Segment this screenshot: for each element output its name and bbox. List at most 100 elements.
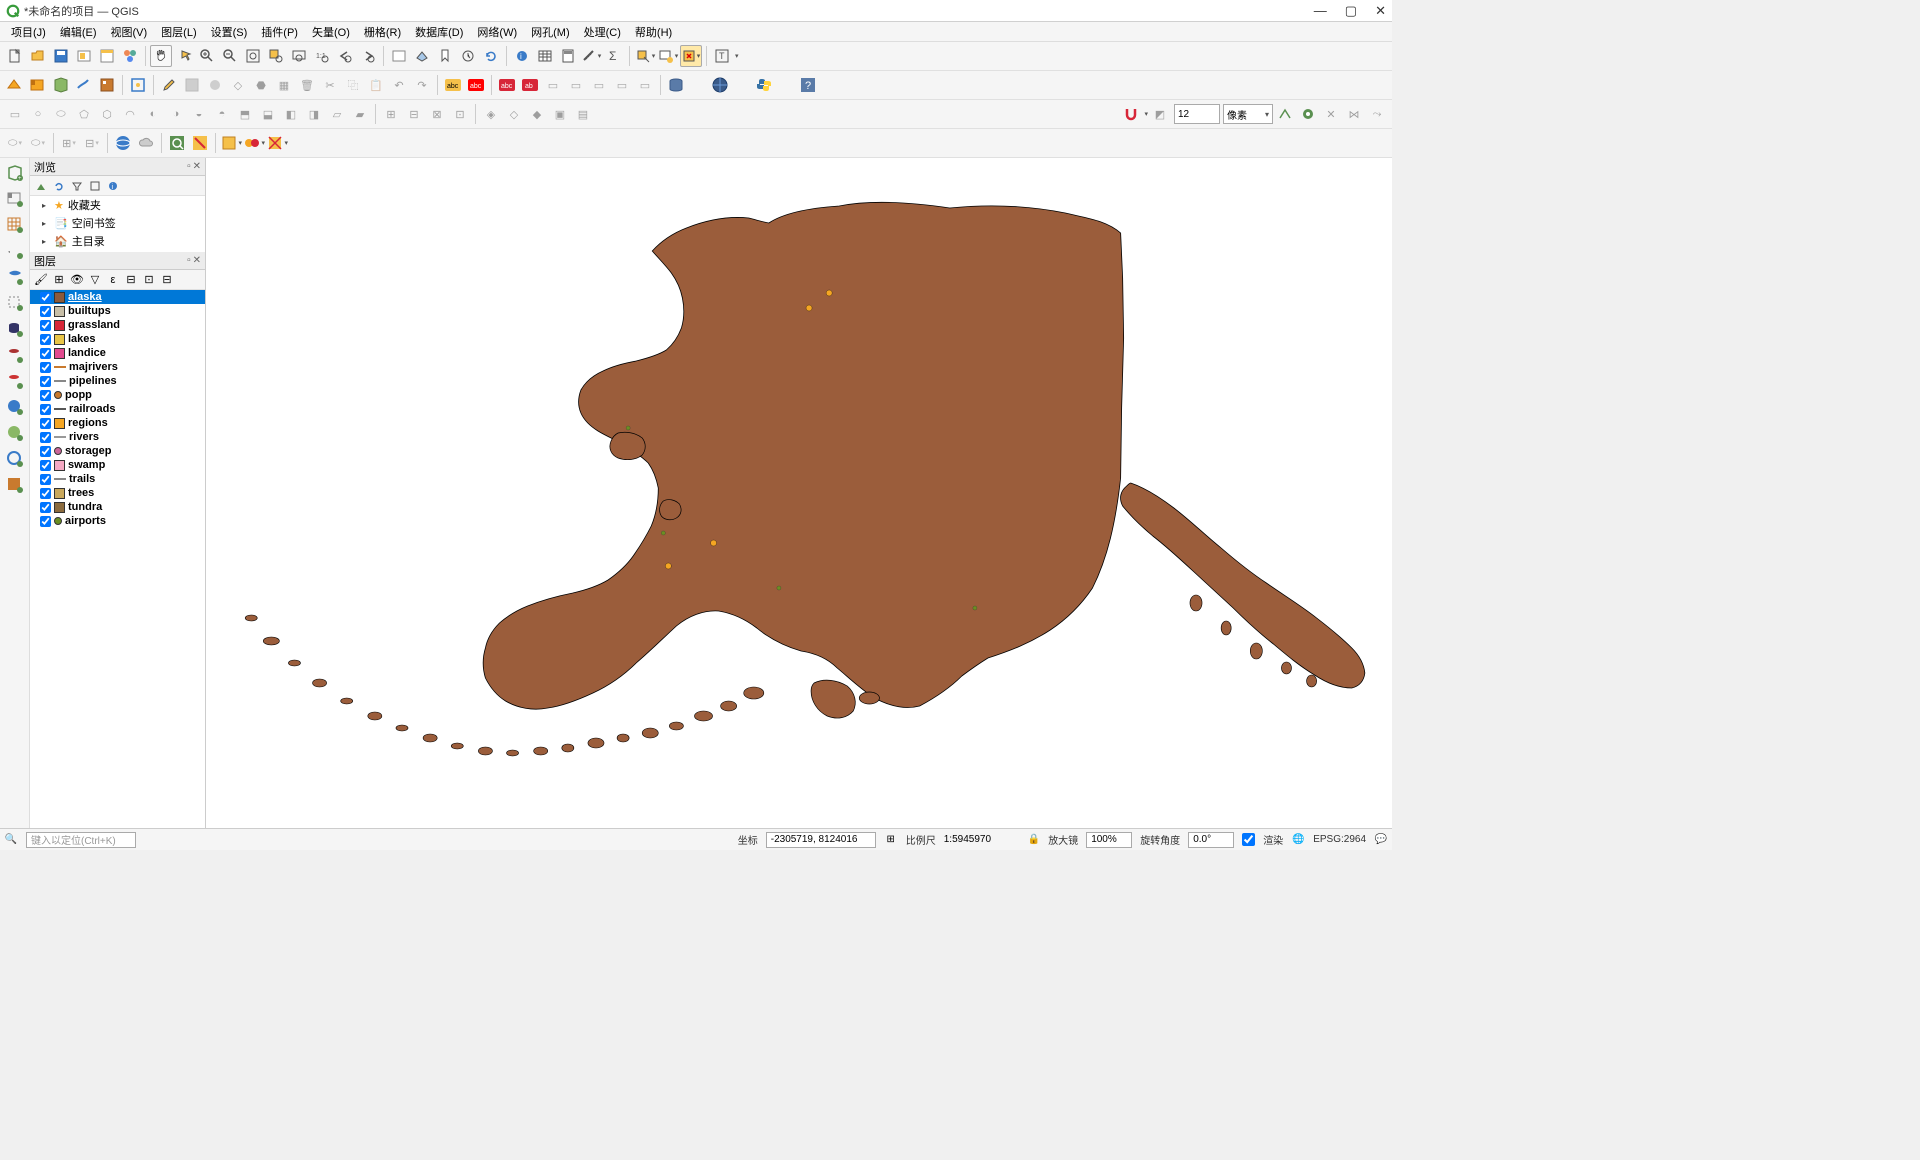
shape-dig8-button[interactable]: ◨ — [303, 103, 325, 125]
cut-features-button[interactable]: ✂ — [319, 74, 341, 96]
layer-checkbox[interactable] — [40, 418, 51, 429]
shape-dig4-button[interactable]: ◓ — [211, 103, 233, 125]
add-delimited-icon[interactable]: , — [4, 240, 26, 262]
menu-settings[interactable]: 设置(S) — [204, 22, 255, 42]
browser-add-button[interactable] — [34, 179, 48, 193]
shape-rect-button[interactable]: ▭ — [4, 103, 26, 125]
menu-help[interactable]: 帮助(H) — [628, 22, 679, 42]
layer-checkbox[interactable] — [40, 432, 51, 443]
messages-icon[interactable]: 💬 — [1374, 833, 1388, 847]
shape-regular-button[interactable]: ⬡ — [96, 103, 118, 125]
undo-button[interactable]: ↶ — [388, 74, 410, 96]
crs-label[interactable]: EPSG:2964 — [1313, 834, 1366, 845]
menu-layer[interactable]: 图层(L) — [154, 22, 203, 42]
modify-attributes-button[interactable]: ▦ — [273, 74, 295, 96]
menu-edit[interactable]: 编辑(E) — [53, 22, 104, 42]
new-3d-map-view-button[interactable] — [411, 45, 433, 67]
toggle-editing-button[interactable] — [158, 74, 180, 96]
shape-ellipse-button[interactable]: ⬭ — [50, 103, 72, 125]
shape-dig2-button[interactable]: ◑ — [165, 103, 187, 125]
browser-tree[interactable]: ▸★收藏夹 ▸📑空间书签 ▸🏠主目录 — [30, 196, 205, 252]
plugin-b-button[interactable]: ▾ — [243, 132, 265, 154]
layers-collapse-button[interactable]: ⊡ — [142, 273, 156, 287]
shape-arc-button[interactable]: ◠ — [119, 103, 141, 125]
zoom-out-button[interactable] — [219, 45, 241, 67]
redo-button[interactable]: ↷ — [411, 74, 433, 96]
processing-button[interactable]: ⊞▾ — [58, 132, 80, 154]
georeferencer-button[interactable] — [709, 74, 731, 96]
scale-combo[interactable]: 1:5945970 — [944, 834, 1020, 845]
layer-checkbox[interactable] — [40, 516, 51, 527]
save-edits-button[interactable] — [181, 74, 203, 96]
snapping-dropdown[interactable]: ▾ — [1144, 110, 1148, 118]
snap-tolerance-input[interactable]: 12 — [1174, 104, 1220, 124]
new-shapefile-button[interactable] — [50, 74, 72, 96]
label-pin-button[interactable]: abc — [496, 74, 518, 96]
add-wms-icon[interactable] — [4, 396, 26, 418]
browser-properties-button[interactable]: i — [106, 179, 120, 193]
layers-remove-button[interactable]: ⊟ — [160, 273, 174, 287]
menu-mesh[interactable]: 网孔(M) — [524, 22, 577, 42]
layer-checkbox[interactable] — [40, 390, 51, 401]
layer-row-popp[interactable]: popp — [30, 388, 205, 402]
crs-icon[interactable]: 🌐 — [1291, 833, 1305, 847]
quick-osm2-button[interactable] — [189, 132, 211, 154]
identify-features-button[interactable]: i — [511, 45, 533, 67]
mesh1-button[interactable]: ◈ — [480, 103, 502, 125]
browser-close-button[interactable]: ✕ — [193, 161, 201, 172]
add-raster-layer-button[interactable] — [27, 74, 49, 96]
help-button[interactable]: ? — [797, 74, 819, 96]
add-mesh-icon[interactable] — [4, 214, 26, 236]
gps2-button[interactable]: ⬭▾ — [27, 132, 49, 154]
menu-web[interactable]: 网络(W) — [470, 22, 524, 42]
open-project-button[interactable] — [27, 45, 49, 67]
layers-add-group-button[interactable]: ⊞ — [52, 273, 66, 287]
new-spatial-bookmark-button[interactable] — [434, 45, 456, 67]
shape-dig5-button[interactable]: ⬒ — [234, 103, 256, 125]
paste-features-button[interactable]: 📋 — [365, 74, 387, 96]
layer-checkbox[interactable] — [40, 362, 51, 373]
layers-style-button[interactable]: 🖌 — [34, 273, 48, 287]
zoom-full-button[interactable] — [242, 45, 264, 67]
open-attribute-table-button[interactable] — [534, 45, 556, 67]
layer-row-airports[interactable]: airports — [30, 514, 205, 528]
plugin-a-button[interactable]: ▾ — [220, 132, 242, 154]
layer-checkbox[interactable] — [40, 460, 51, 471]
new-project-button[interactable] — [4, 45, 26, 67]
show-layout-manager-button[interactable] — [96, 45, 118, 67]
add-spatialite-icon[interactable] — [4, 266, 26, 288]
label-change-button[interactable]: ▭ — [588, 74, 610, 96]
shape-dig6-button[interactable]: ⬓ — [257, 103, 279, 125]
layer-row-majrivers[interactable]: majrivers — [30, 360, 205, 374]
layer-checkbox[interactable] — [40, 488, 51, 499]
layer-row-trees[interactable]: trees — [30, 486, 205, 500]
layer-row-rivers[interactable]: rivers — [30, 430, 205, 444]
menu-plugins[interactable]: 插件(P) — [254, 22, 305, 42]
deselect-all-button[interactable]: ▾ — [680, 45, 702, 67]
layer-checkbox[interactable] — [40, 404, 51, 415]
style-manager-button[interactable] — [119, 45, 141, 67]
magnifier-input[interactable]: 100% — [1086, 832, 1132, 848]
measure-button[interactable]: ▾ — [580, 45, 602, 67]
layers-undock-button[interactable]: ▫ — [187, 255, 191, 266]
browser-bookmarks[interactable]: ▸📑空间书签 — [30, 214, 205, 232]
diagram-move-button[interactable]: ▭ — [611, 74, 633, 96]
close-button[interactable]: ✕ — [1375, 3, 1386, 19]
cloud-button[interactable] — [135, 132, 157, 154]
mesh3-button[interactable]: ◆ — [526, 103, 548, 125]
snap-intersection-button[interactable] — [1297, 103, 1319, 125]
annotation-dropdown[interactable]: ▾ — [735, 52, 739, 60]
new-memory-layer-button[interactable] — [96, 74, 118, 96]
topo4-button[interactable]: ⊡ — [449, 103, 471, 125]
snap-self-button[interactable]: ✕ — [1320, 103, 1342, 125]
labels-abc-button[interactable]: abc — [442, 74, 464, 96]
topo1-button[interactable]: ⊞ — [380, 103, 402, 125]
refresh-button[interactable] — [480, 45, 502, 67]
labels-highlight-button[interactable]: abc — [465, 74, 487, 96]
layer-row-storagep[interactable]: storagep — [30, 444, 205, 458]
render-checkbox[interactable] — [1242, 833, 1255, 846]
browser-favorites[interactable]: ▸★收藏夹 — [30, 196, 205, 214]
layer-row-lakes[interactable]: lakes — [30, 332, 205, 346]
layer-row-tundra[interactable]: tundra — [30, 500, 205, 514]
layers-expand-button[interactable]: ⊟ — [124, 273, 138, 287]
